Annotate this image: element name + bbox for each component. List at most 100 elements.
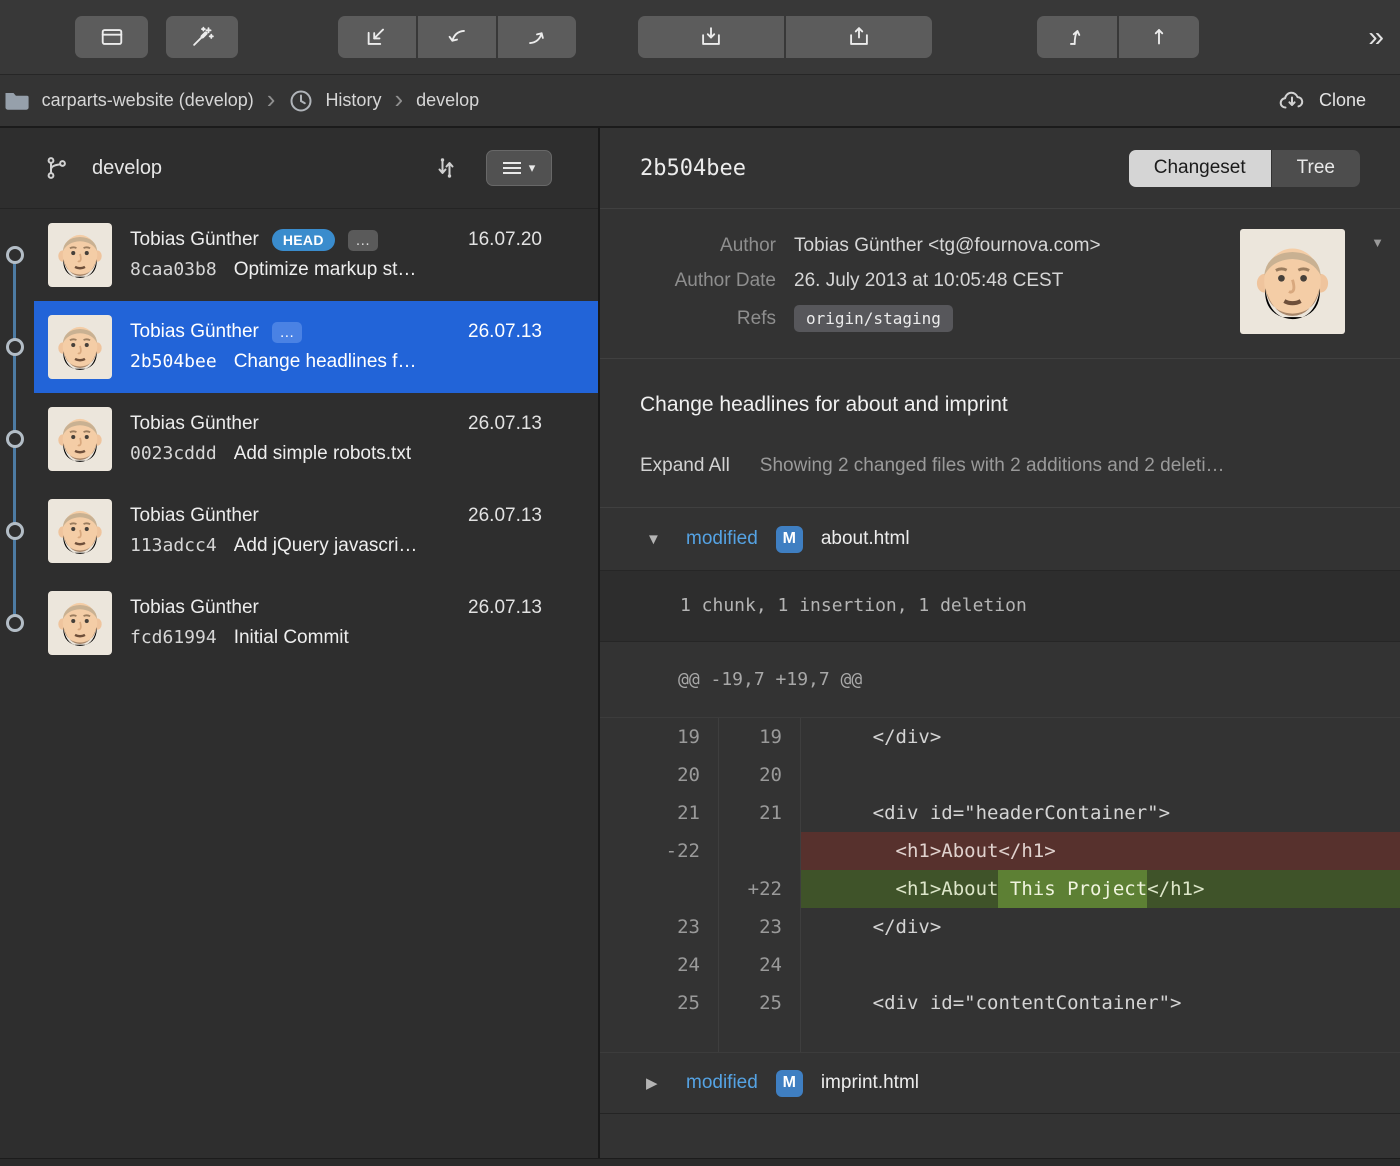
modified-badge: M [776,1070,803,1097]
author-avatar [1240,229,1345,334]
stash-pop-icon [846,24,872,50]
magic-wand-icon [189,24,215,50]
clone-button[interactable]: Clone [1277,88,1366,114]
avatar-dropdown-icon[interactable]: ▼ [1371,235,1384,250]
commit-author: Tobias Günther [130,413,259,435]
commit-refs-more-button[interactable]: … [272,322,302,343]
publish-button-group [1037,16,1199,58]
commit-date: 16.07.20 [468,229,542,251]
file-header-imprint[interactable]: ▶ modified M imprint.html [600,1052,1400,1114]
pull-arrow-icon [444,24,470,50]
refs-badge[interactable]: origin/staging [794,305,953,332]
code-line: </div> [800,718,1400,756]
commit-author: Tobias Günther [130,505,259,527]
commit-body: Tobias Günther HEAD … 16.07.20 8caa03b8 … [130,229,542,281]
file-status: modified [686,1072,758,1094]
commit-graph-node [6,430,24,448]
branch-icon [42,154,70,182]
commit-date: 26.07.13 [468,597,542,619]
breadcrumb-branch-label: develop [416,90,479,111]
stash-button[interactable] [638,16,784,58]
expand-all-button[interactable]: Expand All [640,455,730,477]
pull-button[interactable] [418,16,496,58]
upload-button[interactable] [1119,16,1199,58]
diff-table: 19 19 </div> 20 20 21 21 <div id="header… [600,718,1400,1052]
compare-button[interactable] [432,154,460,182]
code-line: <div id="headerContainer"> [800,794,1400,832]
diff-line: 20 20 [600,756,1400,794]
commit-hash: 2b504bee [130,351,217,372]
commit-refs-more-button[interactable]: … [348,230,378,251]
stash-pop-button[interactable] [786,16,932,58]
code-line: <h1>About</h1> [800,832,1400,870]
commit-list-item[interactable]: Tobias Günther 26.07.13 fcd61994 Initial… [34,577,598,669]
commit-detail-panel: 2b504bee Changeset Tree Author Tobias Gü… [600,128,1400,1164]
diff-line-deletion: -22 <h1>About</h1> [600,832,1400,870]
avatar [48,499,112,563]
old-line-number: 25 [600,984,718,1022]
commit-list-item[interactable]: Tobias Günther 26.07.13 113adcc4 Add jQu… [34,485,598,577]
commit-hash: 8caa03b8 [130,259,217,280]
commit-graph-node [6,338,24,356]
commit-hash: 0023cddd [130,443,217,464]
code-line: <h1>About This Project</h1> [800,870,1400,908]
disclosure-closed-icon[interactable]: ▶ [646,1074,668,1092]
commit-message: Add jQuery javascri… [234,535,418,557]
commit-hash: 113adcc4 [130,535,217,556]
commit-list-item-selected[interactable]: Tobias Günther … 26.07.13 2b504bee Chang… [34,301,598,393]
new-line-number: 23 [718,908,800,946]
new-line-number: 19 [718,718,800,756]
diff-line: 19 19 </div> [600,718,1400,756]
toolbar-overflow-button[interactable]: » [1368,21,1382,53]
commit-hash-title: 2b504bee [640,156,746,181]
open-repository-button[interactable] [75,16,148,58]
commit-author: Tobias Günther [130,321,259,343]
commit-message: Optimize markup st… [234,259,417,281]
sync-button-group [338,16,576,58]
diff-line-addition: +22 <h1>About This Project</h1> [600,870,1400,908]
code-line [800,946,1400,984]
stash-save-icon [698,24,724,50]
chunk-summary: 1 chunk, 1 insertion, 1 deletion [600,570,1400,642]
clock-icon [288,88,314,114]
commit-hash: fcd61994 [130,627,217,648]
breadcrumb-history[interactable]: History [288,88,381,114]
push-button[interactable] [498,16,576,58]
fetch-button[interactable] [338,16,416,58]
old-line-number: -22 [600,832,718,870]
commit-body: Tobias Günther … 26.07.13 2b504bee Chang… [130,321,542,373]
arrow-up-icon [1146,24,1172,50]
new-line-number [718,832,800,870]
avatar [48,223,112,287]
list-options-button[interactable]: ▾ [486,150,552,186]
avatar [48,315,112,379]
quick-actions-button[interactable] [166,16,238,58]
disclosure-open-icon[interactable]: ▼ [646,531,668,548]
arrow-up-hook-icon [1064,24,1090,50]
code-line: </div> [800,908,1400,946]
commit-date: 26.07.13 [468,413,542,435]
diff-line: 24 24 [600,946,1400,984]
old-line-number: 20 [600,756,718,794]
commit-list-item[interactable]: Tobias Günther 26.07.13 0023cddd Add sim… [34,393,598,485]
breadcrumb-branch[interactable]: develop [416,90,479,111]
chevron-down-icon: ▾ [529,160,536,176]
commit-graph-node [6,246,24,264]
code-line: <div id="contentContainer"> [800,984,1400,1022]
commit-list-item[interactable]: Tobias Günther HEAD … 16.07.20 8caa03b8 … [34,209,598,301]
avatar [48,591,112,655]
author-date-value: 26. July 2013 at 10:05:48 CEST [794,270,1200,292]
clone-label: Clone [1319,90,1366,111]
tab-changeset[interactable]: Changeset [1129,150,1271,187]
publish-button[interactable] [1037,16,1117,58]
detail-header: 2b504bee Changeset Tree [600,128,1400,209]
file-name: imprint.html [821,1072,919,1094]
diff-line: 25 25 <div id="contentContainer"> [600,984,1400,1022]
breadcrumb-repo[interactable]: carparts-website (develop) [3,89,254,113]
old-line-number [600,870,718,908]
word-diff-highlight: This Project [998,870,1147,908]
tab-tree[interactable]: Tree [1272,150,1360,187]
commit-author: Tobias Günther [130,597,259,619]
column-separator [718,718,719,1052]
file-header-about[interactable]: ▼ modified M about.html [600,508,1400,570]
